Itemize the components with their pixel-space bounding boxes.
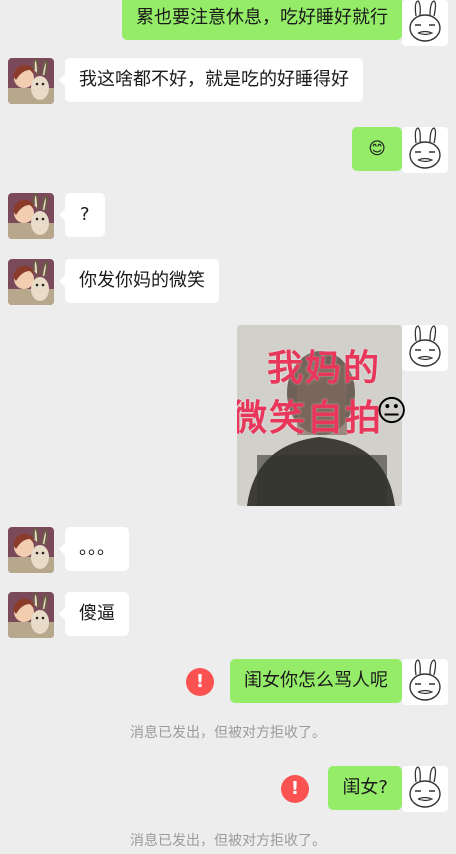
- rejected-notice: 消息已发出，但被对方拒收了。: [130, 725, 326, 741]
- message-bubble[interactable]: 我这啥都不好，就是吃的好睡得好: [59, 58, 363, 102]
- photo-caption-line1: 我妈的: [267, 348, 382, 389]
- message-bubble[interactable]: 傻逼: [59, 592, 129, 636]
- sender-avatar[interactable]: [402, 766, 448, 812]
- girl-cartoon-avatar-icon: [8, 193, 54, 239]
- photo-caption-line2: 微笑自拍: [237, 398, 384, 439]
- sender-avatar[interactable]: [402, 325, 448, 371]
- sender-avatar[interactable]: [402, 659, 448, 705]
- message-bubble[interactable]: ?: [59, 193, 105, 237]
- rabbit-avatar-icon: [402, 325, 448, 371]
- message-bubble[interactable]: 闺女你怎么骂人呢: [230, 659, 408, 703]
- rabbit-avatar-icon: [402, 0, 448, 46]
- rabbit-avatar-icon: [402, 659, 448, 705]
- send-failed-icon[interactable]: !: [281, 775, 309, 803]
- friend-avatar[interactable]: [8, 592, 54, 638]
- friend-avatar[interactable]: [8, 58, 54, 104]
- message-bubble[interactable]: 。。。: [59, 527, 129, 571]
- girl-cartoon-avatar-icon: [8, 58, 54, 104]
- smile-emoji-icon: 😊: [368, 139, 386, 159]
- neutral-face-emoji-icon: 😐: [376, 394, 408, 429]
- rabbit-avatar-icon: [402, 766, 448, 812]
- sender-avatar[interactable]: [402, 127, 448, 173]
- girl-cartoon-avatar-icon: [8, 259, 54, 305]
- message-bubble[interactable]: 😊: [352, 127, 408, 171]
- girl-cartoon-avatar-icon: [8, 527, 54, 573]
- message-bubble[interactable]: 你发你妈的微笑: [59, 259, 219, 303]
- friend-avatar[interactable]: [8, 527, 54, 573]
- sender-avatar[interactable]: [402, 0, 448, 46]
- rabbit-avatar-icon: [402, 127, 448, 173]
- friend-avatar[interactable]: [8, 259, 54, 305]
- girl-cartoon-avatar-icon: [8, 592, 54, 638]
- message-bubble[interactable]: 闺女?: [328, 766, 408, 810]
- send-failed-icon[interactable]: !: [186, 668, 214, 696]
- friend-avatar[interactable]: [8, 193, 54, 239]
- rejected-notice: 消息已发出，但被对方拒收了。: [130, 833, 326, 849]
- message-bubble[interactable]: 累也要注意休息，吃好睡好就行: [122, 0, 408, 40]
